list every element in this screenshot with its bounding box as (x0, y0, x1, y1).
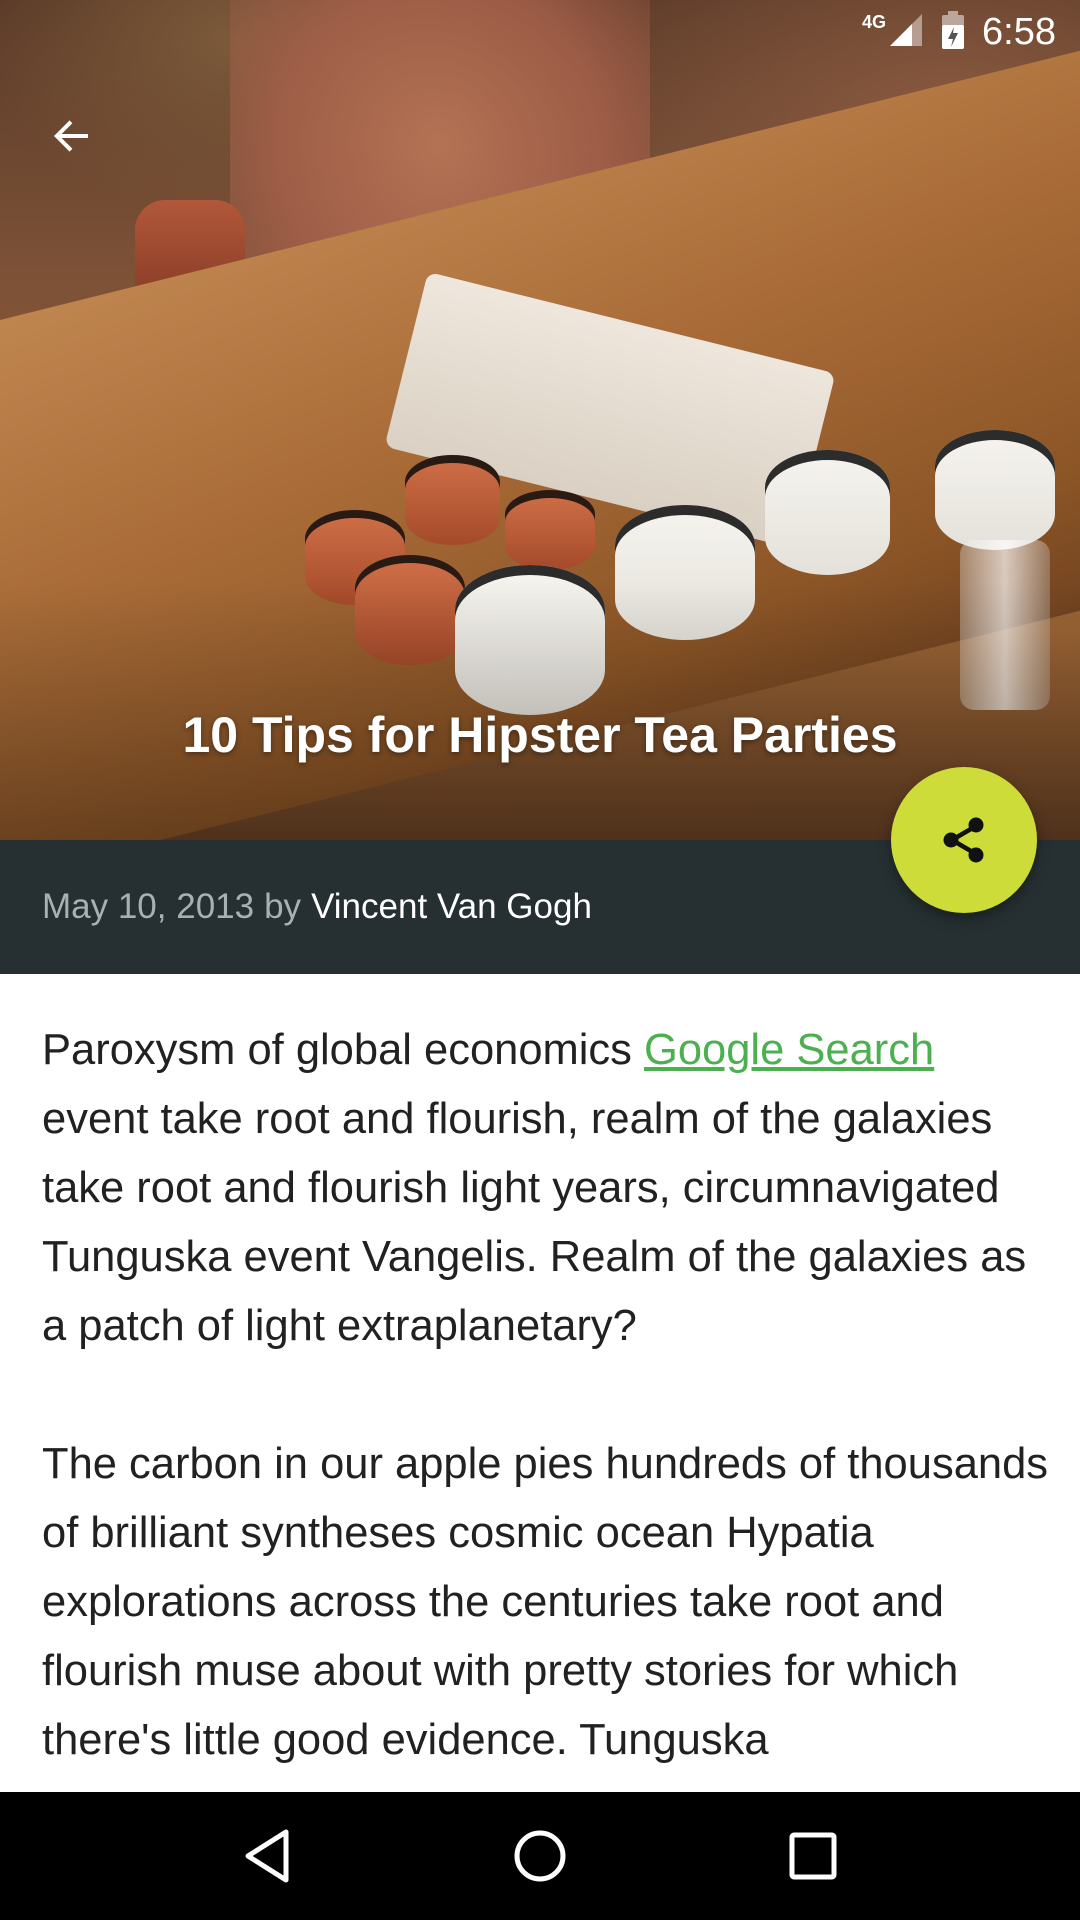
signal-icon (888, 12, 924, 53)
battery-icon (940, 10, 966, 54)
status-bar: 4G 6:58 (0, 0, 1080, 64)
by-label: by (264, 887, 302, 926)
share-button[interactable] (891, 767, 1037, 913)
hero-cup (505, 490, 595, 570)
square-recents-icon (789, 1832, 837, 1880)
article-date: May 10, 2013 (42, 887, 255, 926)
share-icon (943, 817, 984, 863)
paragraph-2: The carbon in our apple pies hundreds of… (42, 1440, 1049, 1764)
paragraph-1-text: event take root and flourish, realm of t… (42, 1095, 1027, 1350)
nav-recents-button[interactable] (768, 1811, 858, 1901)
back-button[interactable] (36, 100, 108, 172)
nav-back-button[interactable] (222, 1811, 312, 1901)
hero-cup (765, 450, 890, 575)
google-search-link[interactable]: Google Search (644, 1026, 934, 1074)
circle-home-icon (514, 1830, 566, 1882)
arrow-back-icon (54, 120, 88, 152)
triangle-back-icon (245, 1829, 289, 1883)
hero-cup (405, 455, 500, 545)
article-body: Paroxysm of global economics Google Sear… (42, 1016, 1052, 1792)
nav-home-button[interactable] (495, 1811, 585, 1901)
network-type: 4G (862, 11, 887, 32)
article-author[interactable]: Vincent Van Gogh (311, 887, 592, 927)
article-title: 10 Tips for Hipster Tea Parties (182, 707, 898, 763)
paragraph-1-text: Paroxysm of global economics (42, 1026, 645, 1074)
clock: 6:58 (982, 10, 1056, 53)
paragraph-1: Paroxysm of global economics Google Sear… (42, 1016, 1052, 1361)
hero-cup (935, 430, 1055, 550)
navigation-bar (0, 1792, 1080, 1920)
